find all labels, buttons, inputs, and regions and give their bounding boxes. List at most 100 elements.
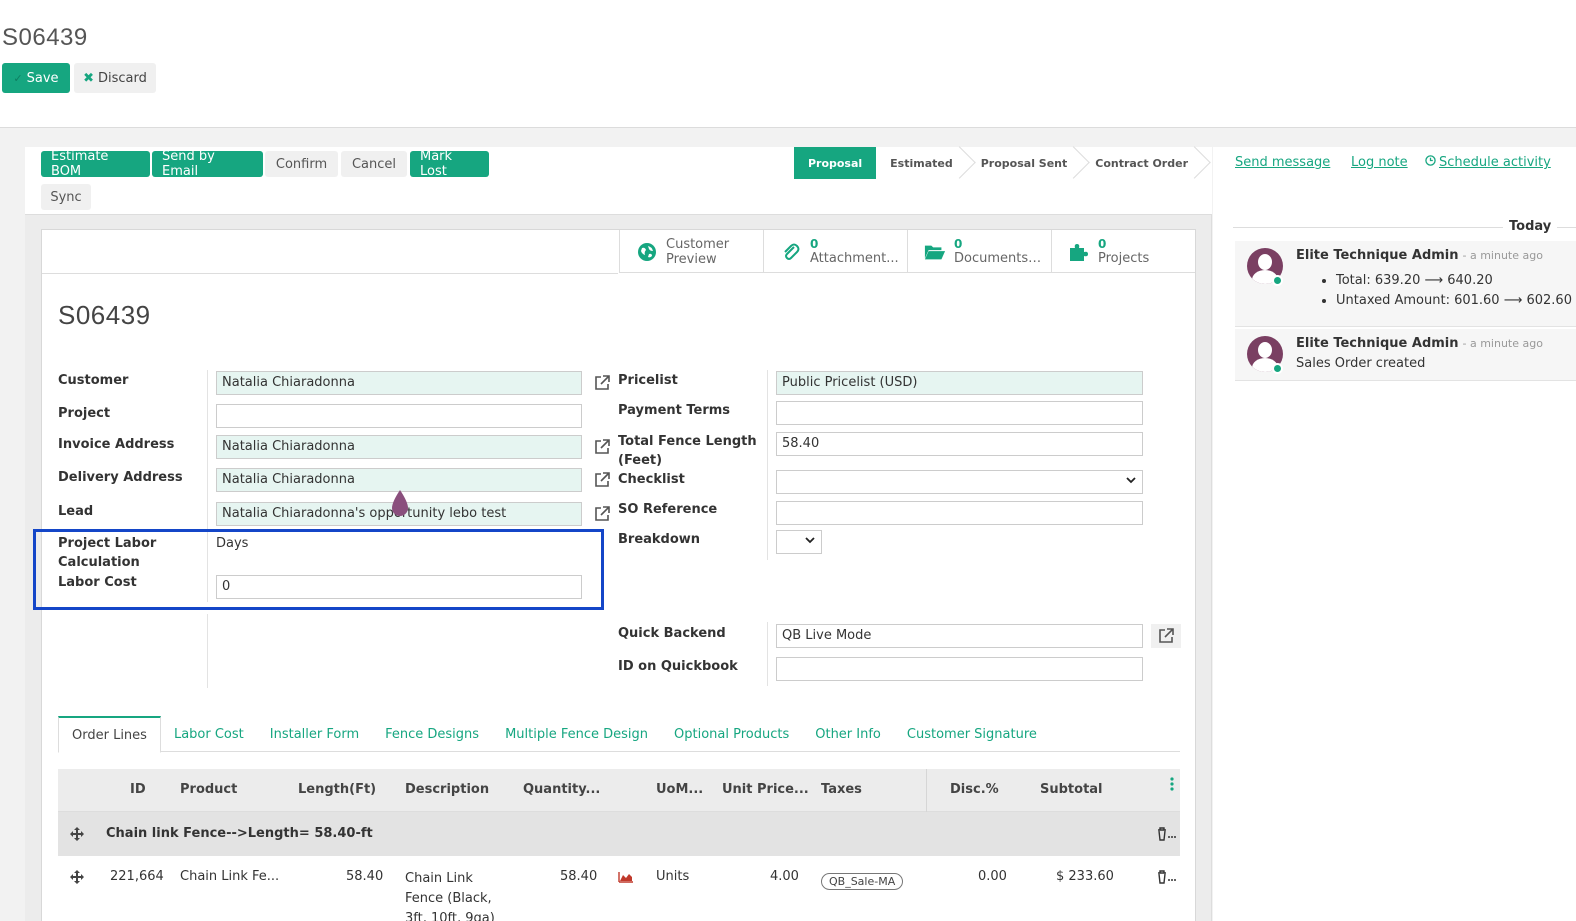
check-icon: ✓ [13,71,23,85]
pricelist-label: Pricelist [618,373,678,388]
chevron-down-icon [1126,475,1136,488]
stage-proposal[interactable]: Proposal [793,147,877,179]
highlight-box [33,529,604,610]
fence-length-field[interactable]: 58.40 [776,432,1143,456]
tracking-changes: Total: 639.20 ⟶ 640.20 Untaxed Amount: 6… [1296,271,1572,311]
projects-button[interactable]: 0 Projects [1051,230,1195,273]
drag-handle-icon[interactable] [70,827,84,845]
column-header-discount[interactable]: Disc.% [950,782,999,797]
schedule-activity-label: Schedule activity [1439,155,1551,170]
control-panel: S06439 ✓ Save ✖ Discard [0,0,1576,128]
payment-terms-field[interactable] [776,401,1143,425]
tab-multiple-fence-design[interactable]: Multiple Fence Design [492,716,661,752]
invoice-address-field[interactable]: Natalia Chiaradonna [216,435,582,459]
tab-customer-signature[interactable]: Customer Signature [894,716,1050,752]
today-label: Today [1503,219,1558,234]
log-note-link[interactable]: Log note [1351,155,1408,170]
table-row[interactable]: 221,664 Chain Link Fe... 58.40 Chain Lin… [58,856,1180,921]
column-header-subtotal[interactable]: Subtotal [1040,782,1103,797]
author-name[interactable]: Elite Technique Admin [1296,336,1459,351]
smart-buttons: Customer Preview 0 Attachment... 0 Documen… [619,230,1195,273]
column-header-description[interactable]: Description [405,782,489,797]
cell-product[interactable]: Chain Link Fe... [180,869,279,884]
cell-quantity: 58.40 [560,869,598,884]
breadcrumb-title: S06439 [2,24,88,51]
description-line2: Fence (Black, [405,891,492,906]
external-link-icon[interactable] [591,503,613,525]
fence-length-label: Total Fence Length (Feet) [618,432,757,470]
external-link-icon[interactable] [1151,624,1181,648]
trash-icon[interactable] [1156,827,1176,845]
column-header-quantity[interactable]: Quantity... [523,782,600,797]
message-time: - a minute ago [1462,249,1543,262]
column-divider [767,370,768,560]
fence-length-label-line2: (Feet) [618,453,663,468]
confirm-button[interactable]: Confirm [265,151,338,177]
projects-count: 0 [1098,236,1107,251]
cell-unit-price: 4.00 [770,869,799,884]
tab-other-info[interactable]: Other Info [802,716,894,752]
description-line3: 3ft, 10ft, 9ga) [405,911,495,921]
column-header-taxes[interactable]: Taxes [821,782,862,797]
column-header-unit-price[interactable]: Unit Price... [722,782,809,797]
pricelist-field[interactable]: Public Pricelist (USD) [776,371,1143,395]
external-link-icon[interactable] [591,372,613,394]
trash-icon[interactable] [1156,870,1176,888]
schedule-activity-link[interactable]: Schedule activity [1425,155,1551,170]
puzzle-icon [1068,241,1090,263]
drag-handle-icon[interactable] [70,870,84,888]
save-label: Save [26,70,59,86]
attachments-button[interactable]: 0 Attachment... [763,230,907,273]
send-by-email-button[interactable]: Send by Email [152,149,263,179]
author-name[interactable]: Elite Technique Admin [1296,248,1459,263]
estimate-bom-button[interactable]: Estimate BOM [41,149,150,179]
column-header-uom[interactable]: UoM... [656,782,703,797]
tab-fence-designs[interactable]: Fence Designs [372,716,492,752]
area-chart-icon[interactable] [618,871,634,887]
projects-label: Projects [1098,250,1150,266]
message-body: Sales Order created [1296,356,1426,371]
column-header-length[interactable]: Length(Ft) [298,782,376,797]
external-link-icon[interactable] [591,436,613,458]
cancel-button[interactable]: Cancel [341,151,407,177]
cell-uom: Units [656,869,690,884]
mark-lost-button[interactable]: Mark Lost [410,149,489,179]
checklist-select[interactable] [776,470,1143,494]
form-statusbar: Estimate BOM Send by Email Confirm Cance… [25,147,1212,215]
so-reference-label: SO Reference [618,502,718,517]
sync-button[interactable]: Sync [41,184,91,210]
customer-label: Customer [58,373,129,388]
discard-button[interactable]: ✖ Discard [74,63,156,93]
customer-preview-button[interactable]: Customer Preview [619,230,763,273]
stage-estimated[interactable]: Estimated [876,147,967,179]
column-header-id[interactable]: ID [130,782,146,797]
customer-field[interactable]: Natalia Chiaradonna [216,371,582,395]
so-reference-field[interactable] [776,501,1143,525]
project-field[interactable] [216,404,582,428]
chevron-down-icon [805,535,815,548]
breakdown-select[interactable] [776,530,822,554]
tab-order-lines[interactable]: Order Lines [58,716,161,753]
documents-button[interactable]: 0 Documents ... [907,230,1051,273]
quick-backend-field[interactable]: QB Live Mode [776,624,1143,648]
stage-proposal-sent[interactable]: Proposal Sent [967,147,1082,179]
lead-label: Lead [58,504,94,519]
tab-optional-products[interactable]: Optional Products [661,716,802,752]
save-button[interactable]: ✓ Save [2,63,70,93]
quickbook-id-label: ID on Quickbook [618,659,738,674]
tab-installer-form[interactable]: Installer Form [257,716,372,752]
tracking-change-total: Total: 639.20 ⟶ 640.20 [1336,271,1572,291]
folder-open-icon [924,241,946,263]
clock-icon [1425,155,1436,170]
tab-labor-cost[interactable]: Labor Cost [161,716,257,752]
column-options-icon[interactable] [1170,777,1174,795]
smart-divider [42,273,618,274]
notebook-tabs: Order Lines Labor Cost Installer Form Fe… [58,716,1180,753]
table-row[interactable]: Chain link Fence-->Length= 58.40-ft [58,812,1180,856]
column-header-product[interactable]: Product [180,782,237,797]
external-link-icon[interactable] [591,469,613,491]
quickbook-id-field[interactable] [776,657,1143,681]
send-message-link[interactable]: Send message [1235,155,1330,170]
stage-contract-order[interactable]: Contract Order [1081,147,1202,179]
cell-description: Chain Link Fence (Black, 3ft, 10ft, 9ga) [405,869,495,921]
